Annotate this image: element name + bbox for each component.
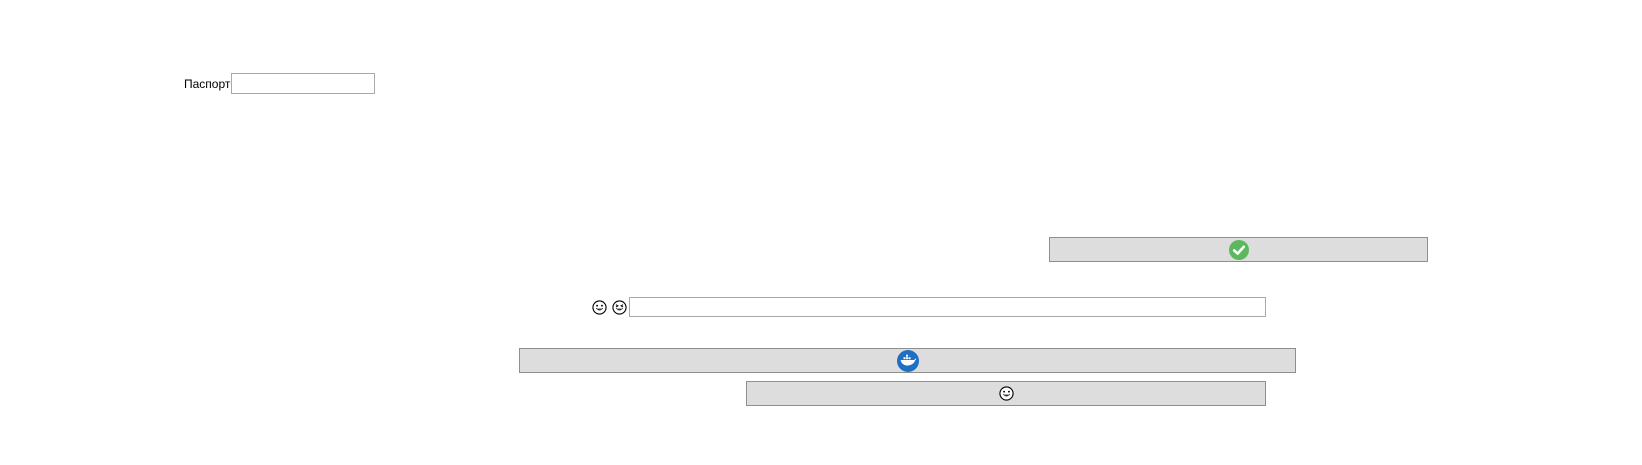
- docker-whale-icon: [896, 349, 919, 372]
- green-checkmark-circle-icon: [1228, 239, 1249, 260]
- emoji-button[interactable]: [746, 381, 1266, 406]
- passport-label: Паспорт: [184, 77, 231, 91]
- grinning-face-icon: [998, 386, 1014, 401]
- grinning-squinting-face-icon: [612, 300, 627, 315]
- emoji-text-field[interactable]: [629, 297, 1266, 317]
- grinning-face-icon: [592, 300, 607, 315]
- docker-button[interactable]: [519, 348, 1296, 373]
- passport-input[interactable]: [231, 73, 375, 94]
- confirm-button[interactable]: [1049, 237, 1428, 262]
